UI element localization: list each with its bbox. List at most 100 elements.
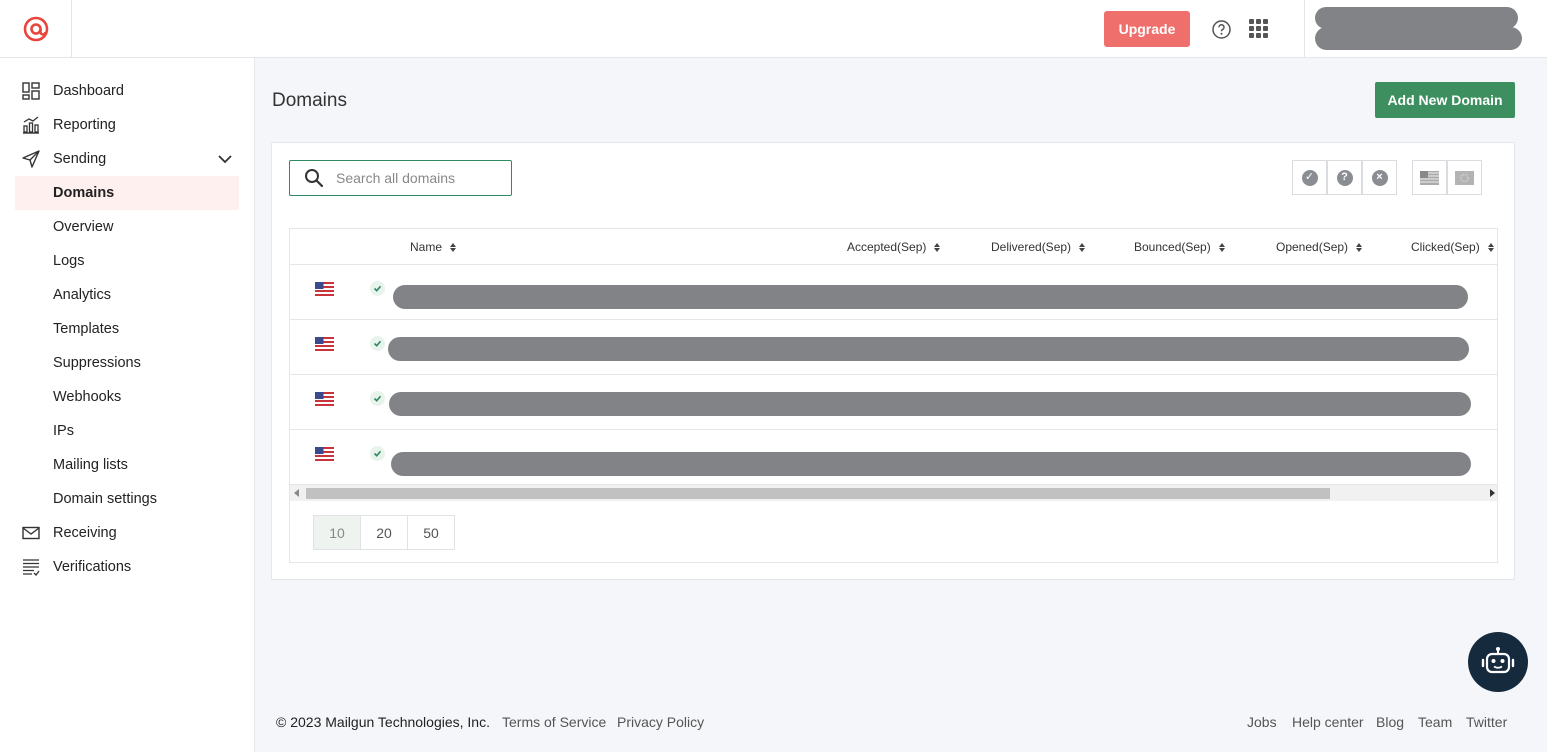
footer-link-blog[interactable]: Blog	[1376, 714, 1404, 730]
footer-link-help-center[interactable]: Help center	[1292, 714, 1364, 730]
table-row[interactable]	[290, 320, 1497, 375]
us-flag-icon	[315, 392, 334, 406]
sort-icon	[934, 242, 941, 252]
column-header-accepted[interactable]: Accepted(Sep)	[847, 240, 941, 254]
sidebar: Dashboard Reporting Sending Domains Over…	[0, 58, 255, 752]
redacted-row-content	[393, 285, 1468, 309]
table-row[interactable]	[290, 265, 1497, 320]
us-flag-grey-icon	[1420, 170, 1439, 185]
page-size-20-button[interactable]: 20	[360, 515, 408, 550]
sidebar-item-label: Verifications	[53, 559, 132, 575]
robot-icon	[1481, 647, 1515, 674]
sidebar-item-analytics[interactable]: Analytics	[15, 278, 239, 312]
column-header-clicked[interactable]: Clicked(Sep)	[1411, 240, 1494, 254]
sidebar-item-domains[interactable]: Domains	[15, 176, 239, 210]
scroll-right-arrow-icon[interactable]	[1490, 489, 1495, 497]
vertical-scrollbar[interactable]	[1531, 58, 1547, 752]
sidebar-item-label: Overview	[53, 219, 114, 235]
sidebar-item-dashboard[interactable]: Dashboard	[15, 74, 239, 108]
sidebar-item-logs[interactable]: Logs	[15, 244, 239, 278]
apps-grid-icon[interactable]	[1249, 19, 1268, 38]
domains-card: ✓ ? × Name Accepted(Sep)	[271, 142, 1515, 580]
search-box[interactable]	[289, 160, 512, 196]
sidebar-item-label: Mailing lists	[53, 457, 128, 473]
us-flag-icon	[315, 282, 334, 296]
filter-eu-region-button[interactable]	[1447, 160, 1482, 195]
verified-check-icon	[370, 336, 385, 351]
sidebar-item-mailing-lists[interactable]: Mailing lists	[15, 448, 239, 482]
sidebar-item-label: IPs	[53, 423, 74, 439]
footer-link-twitter[interactable]: Twitter	[1466, 714, 1507, 730]
sidebar-item-ips[interactable]: IPs	[15, 414, 239, 448]
page-title: Domains	[272, 90, 347, 111]
footer-link-jobs[interactable]: Jobs	[1247, 714, 1277, 730]
horizontal-scrollbar[interactable]	[290, 485, 1497, 501]
column-header-delivered[interactable]: Delivered(Sep)	[991, 240, 1086, 254]
user-menu[interactable]	[1304, 0, 1547, 57]
mailgun-logo-icon	[23, 16, 48, 41]
sort-icon	[1487, 242, 1494, 252]
footer-link-terms[interactable]: Terms of Service	[502, 714, 606, 730]
page-size-50-button[interactable]: 50	[407, 515, 455, 550]
redacted-row-content	[388, 337, 1469, 361]
mailgun-logo[interactable]	[0, 0, 72, 57]
sidebar-item-sending[interactable]: Sending	[15, 142, 239, 176]
verified-check-icon	[370, 446, 385, 461]
column-header-bounced[interactable]: Bounced(Sep)	[1134, 240, 1225, 254]
sidebar-item-receiving[interactable]: Receiving	[15, 516, 239, 550]
help-icon[interactable]	[1211, 19, 1232, 40]
eu-flag-grey-icon	[1455, 170, 1474, 185]
sidebar-item-label: Reporting	[53, 117, 116, 133]
redacted-account-name	[1315, 7, 1518, 29]
sidebar-item-reporting[interactable]: Reporting	[15, 108, 239, 142]
table-row[interactable]	[290, 430, 1497, 485]
paper-plane-icon	[22, 150, 40, 168]
filter-unverified-button[interactable]: ?	[1327, 160, 1362, 195]
sort-icon	[450, 242, 457, 252]
add-new-domain-button[interactable]: Add New Domain	[1375, 82, 1515, 118]
verified-check-icon	[370, 391, 385, 406]
sidebar-item-label: Domain settings	[53, 491, 157, 507]
sort-icon	[1356, 242, 1363, 252]
sort-icon	[1079, 242, 1086, 252]
table-header: Name Accepted(Sep) Delivered(Sep) Bounce…	[290, 229, 1497, 265]
column-header-opened[interactable]: Opened(Sep)	[1276, 240, 1363, 254]
sidebar-item-suppressions[interactable]: Suppressions	[15, 346, 239, 380]
sidebar-item-label: Logs	[53, 253, 85, 269]
scroll-left-arrow-icon[interactable]	[294, 489, 299, 497]
question-circle-icon: ?	[1336, 169, 1353, 186]
dashboard-icon	[22, 82, 40, 100]
sidebar-item-verifications[interactable]: Verifications	[15, 550, 239, 584]
x-circle-icon: ×	[1371, 169, 1388, 186]
upgrade-button[interactable]: Upgrade	[1104, 11, 1190, 47]
verified-check-icon	[370, 281, 385, 296]
reporting-icon	[22, 116, 40, 134]
search-input[interactable]	[336, 170, 496, 186]
redacted-row-content	[389, 392, 1471, 416]
sidebar-item-templates[interactable]: Templates	[15, 312, 239, 346]
scrollbar-thumb[interactable]	[306, 488, 1330, 499]
filter-verified-button[interactable]: ✓	[1292, 160, 1327, 195]
list-icon	[22, 558, 40, 576]
table-row[interactable]	[290, 375, 1497, 430]
footer-link-team[interactable]: Team	[1418, 714, 1452, 730]
check-circle-icon: ✓	[1301, 169, 1318, 186]
column-header-name[interactable]: Name	[410, 240, 457, 254]
copyright-text: © 2023 Mailgun Technologies, Inc.	[276, 714, 490, 730]
page-size-selector: 10 20 50	[313, 515, 455, 550]
filter-disabled-button[interactable]: ×	[1362, 160, 1397, 195]
sidebar-item-overview[interactable]: Overview	[15, 210, 239, 244]
footer-link-privacy[interactable]: Privacy Policy	[617, 714, 704, 730]
us-flag-icon	[315, 447, 334, 461]
top-header: Upgrade	[0, 0, 1547, 58]
sidebar-item-label: Templates	[53, 321, 120, 337]
sidebar-item-label: Suppressions	[53, 355, 141, 371]
sidebar-item-webhooks[interactable]: Webhooks	[15, 380, 239, 414]
sidebar-item-label: Sending	[53, 151, 107, 167]
chatbot-button[interactable]	[1468, 632, 1528, 692]
chevron-down-icon[interactable]	[217, 151, 233, 167]
domains-table: Name Accepted(Sep) Delivered(Sep) Bounce…	[289, 228, 1498, 563]
filter-us-region-button[interactable]	[1412, 160, 1447, 195]
page-size-10-button[interactable]: 10	[313, 515, 361, 550]
sidebar-item-domain-settings[interactable]: Domain settings	[15, 482, 239, 516]
